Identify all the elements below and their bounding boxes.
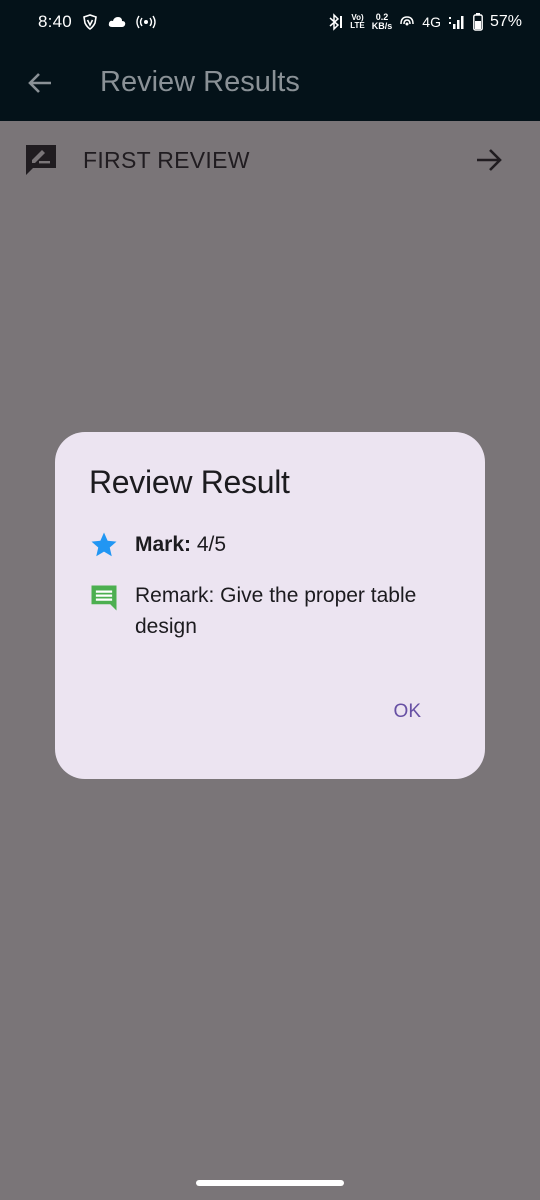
list-item-first-review[interactable]: FIRST REVIEW	[0, 121, 540, 199]
cloud-icon	[108, 15, 126, 29]
net-speed-unit: KB/s	[371, 21, 393, 31]
rate-review-icon	[24, 143, 58, 177]
status-bar: 8:40 Vo) LTE 0.2 KB/s 4G 57%	[0, 0, 540, 44]
mark-label: Mark:	[135, 533, 192, 556]
list-item-label: FIRST REVIEW	[83, 146, 250, 173]
dialog-actions: OK	[394, 701, 421, 723]
battery-icon	[473, 13, 483, 31]
back-button[interactable]	[20, 63, 60, 103]
comment-icon	[89, 583, 119, 613]
mark-row: Mark: 4/5	[89, 530, 451, 560]
volte-bottom: LTE	[350, 21, 365, 30]
review-result-dialog: Review Result Mark: 4/5 Remark: Give the…	[55, 432, 485, 779]
page-title: Review Results	[100, 66, 300, 98]
mark-text: Mark: 4/5	[135, 533, 226, 557]
wifi-calling-icon	[399, 14, 415, 30]
arrow-left-icon	[26, 69, 54, 97]
hotspot-icon	[136, 15, 156, 29]
bluetooth-icon	[327, 13, 343, 31]
gesture-nav-bar[interactable]	[196, 1180, 344, 1186]
mark-value: 4/5	[196, 533, 227, 556]
vpn-shield-icon	[82, 14, 98, 30]
remark-row: Remark: Give the proper table design	[89, 583, 451, 642]
signal-icon	[448, 14, 466, 30]
screen: 8:40 Vo) LTE 0.2 KB/s 4G 57% Review Resu…	[0, 0, 540, 1200]
star-icon	[89, 530, 119, 560]
status-time: 8:40	[38, 12, 72, 31]
arrow-right-icon	[474, 145, 504, 175]
status-left: 8:40	[38, 12, 156, 32]
net-speed: 0.2 KB/s	[372, 13, 393, 31]
battery-percent: 57%	[489, 13, 522, 30]
status-right: Vo) LTE 0.2 KB/s 4G 57%	[327, 13, 522, 31]
app-bar: Review Results	[0, 44, 540, 121]
volte-indicator: Vo) LTE	[350, 14, 365, 30]
network-type: 4G	[422, 14, 441, 30]
ok-button[interactable]: OK	[394, 701, 421, 723]
dialog-title: Review Result	[89, 464, 290, 500]
remark-text: Remark: Give the proper table design	[135, 584, 417, 638]
